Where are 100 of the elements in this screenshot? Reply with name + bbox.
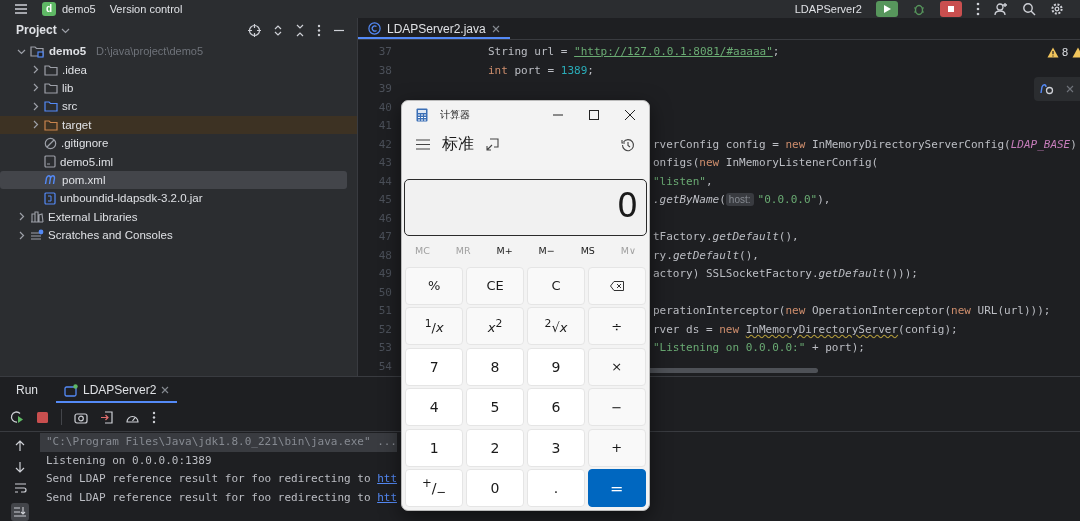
project-badge: d (42, 2, 56, 16)
calculator-key[interactable]: 9 (526, 347, 586, 386)
search-icon[interactable] (1022, 2, 1036, 16)
calculator-key[interactable]: 4 (405, 388, 464, 426)
tree-item[interactable]: External Libraries (0, 207, 347, 226)
warning-icon[interactable] (1072, 47, 1080, 58)
soft-wrap-icon[interactable] (13, 482, 27, 494)
tree-item[interactable]: demo5.iml (0, 152, 347, 171)
camera-icon[interactable] (74, 410, 88, 424)
calculator-key[interactable]: CE (465, 266, 525, 305)
bug-icon[interactable] (912, 2, 926, 16)
tree-label: .idea (62, 63, 87, 76)
calculator-key[interactable]: ÷ (587, 307, 646, 345)
calculator-key[interactable]: = (587, 469, 646, 507)
calculator-key[interactable]: . (526, 469, 586, 507)
tree-label: unboundid-ldapsdk-3.2.0.jar (60, 192, 203, 205)
file-icon (44, 155, 56, 169)
link[interactable]: htt (377, 490, 397, 504)
calculator-key[interactable]: 5 (465, 388, 525, 426)
calculator-key[interactable]: + (587, 428, 646, 467)
rerun-icon[interactable] (10, 410, 24, 424)
close-icon[interactable] (625, 109, 635, 120)
code-line: onfigs(new InMemoryListenerConfig( (653, 156, 879, 169)
expand-all-icon[interactable] (273, 23, 283, 37)
run-config-selector[interactable]: LDAPServer2 (794, 3, 862, 15)
tree-item[interactable]: target (0, 115, 357, 134)
calculator-key[interactable]: $^{2}$√x (526, 307, 586, 345)
history-icon[interactable] (621, 137, 635, 152)
calculator-key[interactable]: $^{1}$/x (405, 307, 464, 345)
calculator-key[interactable]: $^{+}$/$_{−}$ (405, 469, 464, 507)
tree-item[interactable]: Scratches and Consoles (0, 225, 347, 245)
tree-item[interactable]: demo5 D:\java\project\demo5 (0, 42, 347, 61)
calculator-key[interactable]: 8 (465, 347, 525, 386)
calculator-key[interactable]: 0 (465, 469, 525, 507)
calculator-icon (416, 107, 428, 122)
tree-label: .gitignore (61, 137, 109, 150)
stop-button[interactable] (940, 1, 962, 17)
tree-label: src (62, 100, 78, 113)
mode-title: 标准 (442, 134, 474, 156)
tree-label: External Libraries (48, 210, 138, 223)
tree-label: demo5 (49, 45, 87, 58)
menu-icon[interactable] (416, 139, 430, 151)
calculator-key[interactable]: × (587, 347, 646, 386)
tree-label: lib (62, 81, 74, 94)
keep-on-top-icon[interactable] (486, 138, 499, 152)
exit-icon[interactable] (100, 410, 113, 424)
more-icon[interactable] (976, 2, 980, 16)
run-tab[interactable]: LDAPServer2 (56, 377, 178, 403)
maven-reload-icon[interactable] (1040, 83, 1054, 95)
calculator-key[interactable]: % (405, 266, 464, 305)
settings-icon[interactable] (1050, 2, 1064, 16)
calculator-key[interactable]: 6 (526, 388, 586, 426)
calculator-key[interactable]: x$^{2}$ (465, 307, 525, 345)
more-icon[interactable] (317, 23, 321, 37)
calculator-key[interactable]: 2 (465, 428, 525, 467)
scroll-to-end-icon[interactable] (11, 503, 29, 521)
folder-icon (44, 81, 58, 94)
tree-label: pom.xml (62, 173, 106, 186)
scrollbar[interactable] (648, 368, 818, 373)
calculator-key[interactable]: 7 (405, 347, 464, 386)
stop-icon (946, 4, 956, 14)
project-path: D:\java\project\demo5 (96, 45, 204, 58)
tree-item[interactable]: unboundid-ldapsdk-3.2.0.jar (0, 189, 347, 208)
tree-item[interactable]: .idea (0, 60, 347, 79)
console-line: Send LDAP reference result for foo redirecting to htt (45, 489, 397, 506)
more-icon[interactable] (152, 410, 156, 424)
code-line: .getByName( host: "0.0.0.0"), (653, 193, 831, 206)
up-arrow-icon[interactable] (15, 440, 25, 452)
panel-title[interactable]: Project (16, 23, 57, 37)
maximize-icon[interactable] (589, 109, 599, 120)
memory-button[interactable]: M− (534, 243, 559, 259)
down-arrow-icon[interactable] (15, 461, 25, 473)
tree-item[interactable]: src (0, 97, 347, 116)
tree-item[interactable]: lib (0, 78, 347, 98)
panel-title: Run (16, 383, 38, 397)
editor-tab[interactable]: LDAPServer2.java (358, 18, 510, 39)
tree-item[interactable]: pom.xml (0, 170, 347, 190)
calculator-key[interactable]: C (526, 266, 586, 305)
locate-icon[interactable] (248, 23, 261, 37)
app-icon (64, 383, 78, 397)
folder-icon (44, 118, 58, 131)
calculator-key[interactable]: − (587, 388, 646, 426)
warning-count[interactable]: 8 (1046, 46, 1068, 58)
calculator-key[interactable]: 1 (405, 428, 464, 467)
play-icon (882, 4, 892, 14)
calculator-key[interactable]: 3 (526, 428, 586, 467)
tree-label: Scratches and Consoles (48, 229, 173, 242)
vcs-menu[interactable]: Version control (109, 3, 183, 15)
memory-button[interactable]: MS (576, 243, 599, 259)
code-line: String url = "http://127.0.0.1:8081/#aaaaa"; (488, 45, 780, 58)
code-line: tFactory.getDefault(), (653, 230, 799, 243)
run-button[interactable] (876, 1, 898, 17)
add-user-icon[interactable] (994, 2, 1008, 16)
collapse-all-icon[interactable] (295, 23, 305, 37)
project-name[interactable]: demo5 (62, 3, 96, 15)
link[interactable]: htt (377, 472, 397, 485)
tree-item[interactable]: .gitignore (0, 133, 347, 153)
memory-button[interactable]: M+ (492, 243, 517, 259)
stop-icon[interactable] (36, 410, 49, 424)
console-line: Send LDAP reference result for foo redirecting to htt (45, 471, 397, 487)
